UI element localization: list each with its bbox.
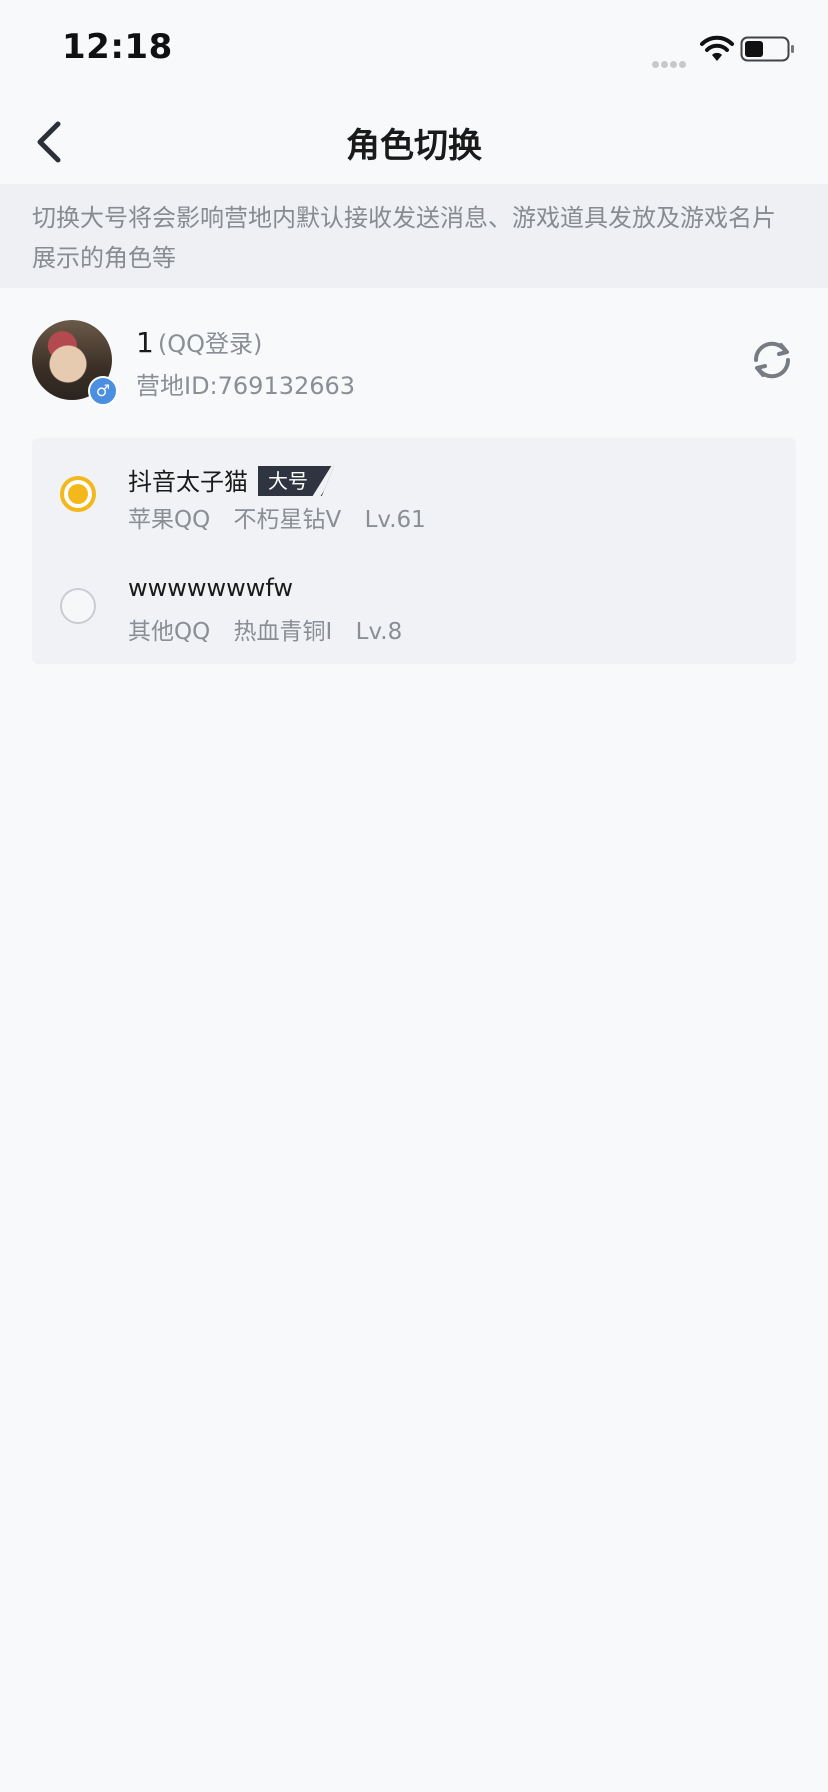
role-meta: 苹果QQ 不朽星钻V Lv.61 bbox=[128, 500, 442, 534]
role-name: wwwwwwwfw bbox=[128, 574, 294, 602]
account-name: 1 (QQ登录) bbox=[136, 324, 262, 359]
status-time: 12:18 bbox=[62, 27, 173, 67]
role-item[interactable]: wwwwwwwfw 其他QQ 热血青铜I Lv.8 bbox=[32, 550, 796, 660]
radio-unselected-icon[interactable] bbox=[60, 588, 96, 624]
battery-icon bbox=[740, 36, 794, 62]
role-meta: 其他QQ 热血青铜I Lv.8 bbox=[128, 612, 418, 646]
login-type: (QQ登录) bbox=[157, 330, 263, 358]
role-level: Lv.8 bbox=[355, 619, 403, 645]
wifi-icon bbox=[700, 35, 734, 61]
role-platform: 苹果QQ bbox=[128, 507, 211, 533]
main-account-badge: 大号 bbox=[258, 466, 334, 496]
role-rank: 不朽星钻V bbox=[233, 507, 342, 533]
role-name-row: 抖音太子猫 大号 bbox=[128, 462, 334, 498]
gender-badge: ♂ bbox=[88, 376, 118, 406]
account-name-text: 1 bbox=[136, 326, 154, 359]
radio-selected-icon[interactable] bbox=[60, 476, 96, 512]
status-bar: 12:18 bbox=[0, 0, 828, 100]
refresh-icon[interactable] bbox=[748, 336, 796, 384]
notice-banner: 切换大号将会影响营地内默认接收发送消息、游戏道具发放及游戏名片展示的角色等 bbox=[0, 184, 828, 288]
camp-id: 营地ID:769132663 bbox=[136, 372, 356, 400]
signal-icon bbox=[652, 53, 692, 68]
role-item[interactable]: 抖音太子猫 大号 苹果QQ 不朽星钻V Lv.61 bbox=[32, 438, 796, 548]
role-rank: 热血青铜I bbox=[233, 619, 333, 645]
page-title: 角色切换 bbox=[346, 126, 482, 166]
nav-bar: 角色切换 bbox=[0, 100, 828, 184]
role-list: 抖音太子猫 大号 苹果QQ 不朽星钻V Lv.61 wwwwwwwfw 其他QQ … bbox=[32, 438, 796, 664]
account-header: ♂ 1 (QQ登录) 营地ID:769132663 bbox=[0, 300, 828, 430]
role-name: 抖音太子猫 bbox=[128, 468, 248, 496]
role-platform: 其他QQ bbox=[128, 619, 211, 645]
role-level: Lv.61 bbox=[364, 507, 426, 533]
